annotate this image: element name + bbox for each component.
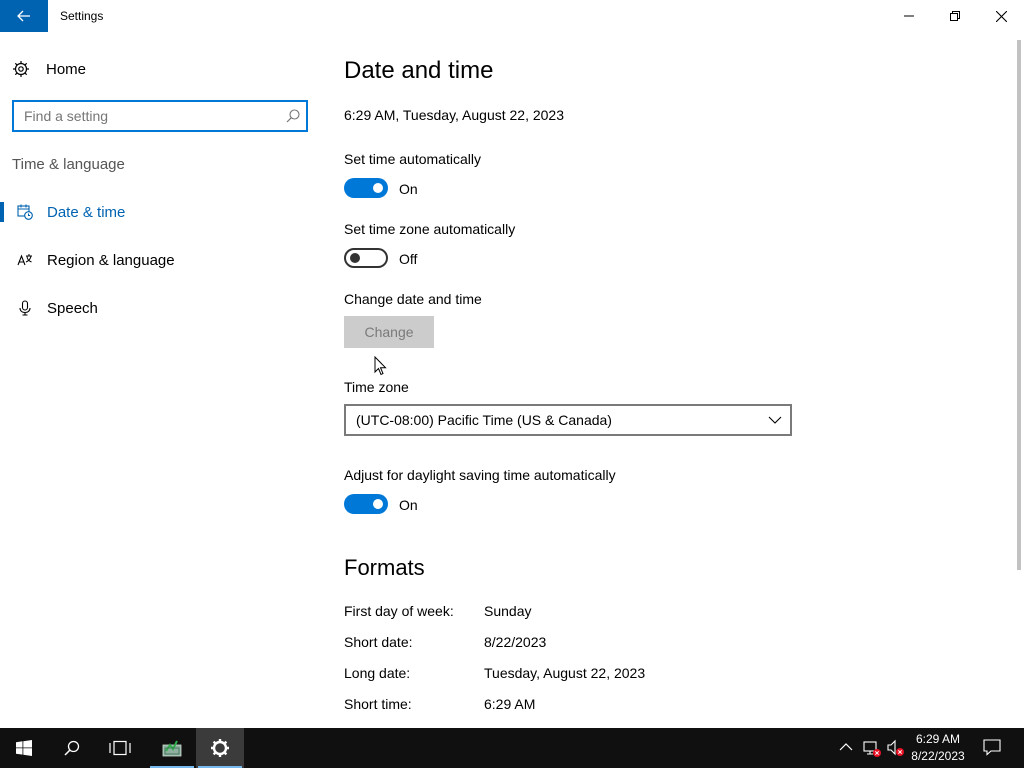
change-button[interactable]: Change — [344, 316, 434, 348]
time-zone-label: Time zone — [344, 379, 409, 395]
back-arrow-icon — [17, 10, 30, 22]
microphone-icon — [13, 300, 37, 316]
title-bar: Settings — [0, 0, 1024, 32]
task-view-button[interactable] — [96, 728, 144, 768]
scrollbar[interactable] — [1014, 32, 1024, 728]
clock-date: 8/22/2023 — [911, 749, 965, 763]
format-key: First day of week: — [344, 603, 454, 619]
page-title: Date and time — [344, 57, 494, 84]
sidebar-item-label: Date & time — [47, 203, 126, 221]
restore-button[interactable] — [932, 0, 978, 32]
toggle-knob — [373, 183, 383, 193]
set-time-auto-toggle[interactable] — [344, 178, 388, 198]
time-zone-value: (UTC-08:00) Pacific Time (US & Canada) — [356, 412, 612, 428]
set-time-auto-state: On — [399, 181, 418, 197]
active-indicator — [0, 202, 4, 222]
dst-state: On — [399, 497, 418, 513]
taskbar-clock[interactable]: 6:29 AM 8/22/2023 — [906, 731, 970, 765]
search-taskbar-button[interactable] — [48, 728, 96, 768]
language-icon — [13, 252, 37, 268]
chevron-down-icon — [768, 416, 782, 424]
close-icon — [995, 10, 1007, 22]
calendar-clock-icon — [13, 204, 37, 220]
dst-label: Adjust for daylight saving time automati… — [344, 467, 616, 483]
formats-heading: Formats — [344, 555, 425, 580]
toggle-knob — [350, 253, 360, 263]
search-box[interactable] — [12, 100, 308, 132]
task-view-icon — [109, 740, 131, 756]
back-button[interactable] — [0, 0, 48, 32]
format-value: Sunday — [484, 603, 532, 619]
time-zone-dropdown[interactable]: (UTC-08:00) Pacific Time (US & Canada) — [344, 404, 792, 436]
gear-icon — [211, 739, 229, 757]
restore-icon — [950, 11, 960, 21]
window-title: Settings — [60, 9, 104, 23]
set-tz-auto-toggle[interactable] — [344, 248, 388, 268]
gear-icon — [13, 61, 29, 77]
windows-logo-icon — [16, 740, 32, 756]
set-tz-auto-label: Set time zone automatically — [344, 221, 516, 237]
search-input[interactable] — [14, 102, 274, 130]
volume-icon[interactable] — [886, 738, 906, 758]
search-icon — [286, 109, 300, 123]
mouse-cursor-icon — [374, 356, 387, 376]
start-button[interactable] — [0, 728, 48, 768]
set-time-auto-label: Set time automatically — [344, 151, 481, 167]
format-value: Tuesday, August 22, 2023 — [484, 665, 646, 681]
action-center-icon[interactable] — [983, 738, 1001, 756]
section-title: Time & language — [12, 156, 125, 173]
scrollbar-thumb[interactable] — [1017, 40, 1021, 570]
current-time: 6:29 AM, Tuesday, August 22, 2023 — [344, 107, 565, 123]
taskbar-app-settings[interactable] — [196, 728, 244, 768]
search-icon — [64, 740, 80, 756]
set-tz-auto-state: Off — [399, 251, 418, 267]
sidebar-item-label: Region & language — [47, 251, 175, 269]
app-manager-icon — [162, 740, 182, 757]
taskbar-app-manager[interactable] — [148, 728, 196, 768]
format-value: 6:29 AM — [484, 696, 536, 712]
home-link[interactable]: Home — [12, 57, 86, 81]
format-key: Short time: — [344, 696, 412, 712]
taskbar: 6:29 AM 8/22/2023 — [0, 728, 1024, 768]
toggle-knob — [373, 499, 383, 509]
format-key: Short date: — [344, 634, 413, 650]
change-date-label: Change date and time — [344, 291, 482, 307]
minimize-icon — [904, 15, 914, 17]
sidebar-item-region-language[interactable]: Region & language — [0, 240, 320, 280]
format-value: 8/22/2023 — [484, 634, 547, 650]
close-button[interactable] — [978, 0, 1024, 32]
dst-toggle[interactable] — [344, 494, 388, 514]
format-key: Long date: — [344, 665, 411, 681]
sidebar-item-speech[interactable]: Speech — [0, 288, 320, 328]
chevron-up-icon[interactable] — [839, 742, 853, 752]
minimize-button[interactable] — [886, 0, 932, 32]
sidebar-item-label: Speech — [47, 299, 98, 317]
network-icon[interactable] — [862, 738, 882, 758]
clock-time: 6:29 AM — [915, 732, 961, 746]
sidebar-item-date-time[interactable]: Date & time — [0, 192, 320, 232]
home-label: Home — [46, 60, 87, 78]
